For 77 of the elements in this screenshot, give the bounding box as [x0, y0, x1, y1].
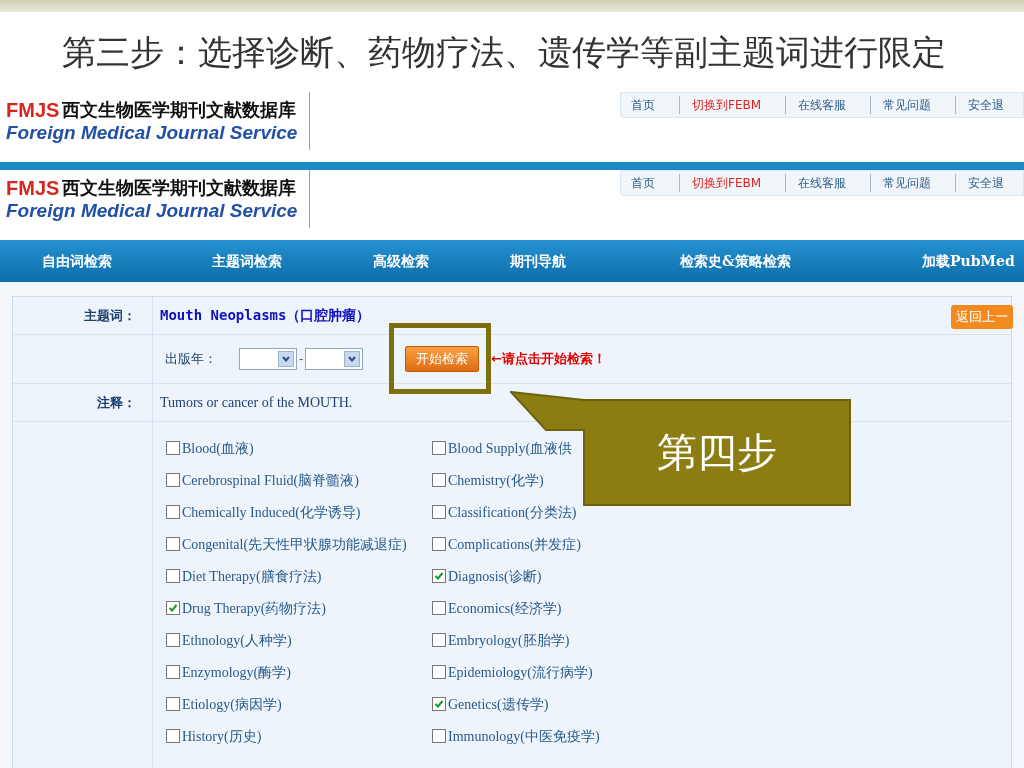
nav-tab[interactable]: 自由词检索 — [42, 250, 112, 272]
subject-term: Mouth Neoplasms（口腔肿瘤） — [160, 306, 371, 325]
checkbox[interactable] — [432, 601, 446, 615]
checkbox[interactable] — [166, 729, 180, 743]
checkbox-label: Chemically Induced(化学诱导) — [182, 503, 361, 522]
header-link[interactable]: 在线客服 — [785, 174, 847, 192]
checkbox[interactable] — [432, 505, 446, 519]
checkbox[interactable] — [432, 537, 446, 551]
nav-tab[interactable]: 高级检索 — [373, 250, 429, 272]
header-link[interactable]: 常见问题 — [870, 96, 932, 114]
field-label: 出版年： — [165, 350, 217, 369]
chevron-down-icon — [348, 356, 357, 362]
checkbox-label: Embryology(胚胎学) — [448, 631, 570, 650]
checkbox[interactable] — [166, 473, 180, 487]
checkbox[interactable] — [166, 569, 180, 583]
checkbox[interactable] — [432, 633, 446, 647]
hint-text: ←请点击开始检索！ — [491, 350, 607, 369]
slide-title: 第三步：选择诊断、药物疗法、遗传学等副主题词进行限定 — [62, 30, 946, 74]
note-text: Tumors or cancer of the MOUTH. — [160, 394, 353, 412]
checkbox[interactable] — [166, 665, 180, 679]
header-link[interactable]: 安全退 — [955, 174, 1005, 192]
checkbox-label: Drug Therapy(药物疗法) — [182, 599, 326, 618]
checkbox-label: Blood(血液) — [182, 439, 254, 458]
checkbox-label: Epidemiology(流行病学) — [448, 663, 593, 682]
checkbox[interactable] — [432, 569, 446, 583]
checkbox-label: Ethnology(人种学) — [182, 631, 292, 650]
header-link[interactable]: 切换到FEBM — [679, 96, 762, 114]
checkbox-label: Complications(并发症) — [448, 535, 581, 554]
checkbox[interactable] — [166, 601, 180, 615]
header-link[interactable]: 安全退 — [955, 96, 1005, 114]
checkbox-label: Cerebrospinal Fluid(脑脊髓液) — [182, 471, 359, 490]
nav-tab[interactable]: 加载PubMed — [922, 250, 1015, 272]
checkbox-label: Enzymology(酶学) — [182, 663, 291, 682]
year-dropdown[interactable] — [239, 348, 297, 370]
checkbox-label: Economics(经济学) — [448, 599, 562, 618]
checkbox-label: Chemistry(化学) — [448, 471, 544, 490]
search-button[interactable]: 开始检索 — [405, 346, 480, 372]
logo-title: 西文生物医学期刊文献数据库 — [62, 98, 297, 122]
callout-text: 第四步 — [657, 428, 777, 477]
checkbox-label: History(历史) — [182, 727, 262, 746]
checkbox[interactable] — [432, 441, 446, 455]
checkbox-label: Genetics(遗传学) — [448, 695, 549, 714]
checkbox-label: Classification(分类法) — [448, 503, 577, 522]
nav-tab[interactable]: 检索史&策略检索 — [680, 250, 791, 272]
header-link[interactable]: 首页 — [631, 174, 655, 192]
nav-tab[interactable]: 期刊导航 — [510, 250, 566, 272]
header-link[interactable]: 在线客服 — [785, 96, 847, 114]
checkbox-label: Diet Therapy(膳食疗法) — [182, 567, 322, 586]
checkbox[interactable] — [432, 697, 446, 711]
checkbox-label: Blood Supply(血液供 — [448, 439, 573, 458]
checkbox-label: Immunology(中医免疫学) — [448, 727, 600, 746]
separator-text: - — [299, 350, 304, 369]
checkbox[interactable] — [166, 505, 180, 519]
field-label: 注释： — [97, 393, 136, 412]
header-link[interactable]: 首页 — [631, 96, 655, 114]
checkbox[interactable] — [166, 697, 180, 711]
logo-code: FMJS — [6, 98, 60, 122]
logo-subtitle: Foreign Medical Journal Service — [6, 200, 298, 222]
checkbox-label: Congenital(先天性甲状腺功能减退症) — [182, 535, 407, 554]
chevron-down-icon — [282, 356, 290, 362]
field-label: 主题词： — [84, 306, 136, 325]
checkbox[interactable] — [432, 729, 446, 743]
checkbox[interactable] — [432, 473, 446, 487]
back-button[interactable]: 返回上一 — [951, 305, 1013, 329]
logo-code: FMJS — [6, 176, 60, 200]
checkbox[interactable] — [166, 537, 180, 551]
checkbox[interactable] — [166, 441, 180, 455]
logo-subtitle: Foreign Medical Journal Service — [6, 122, 298, 144]
header-link[interactable]: 常见问题 — [870, 174, 932, 192]
year-dropdown[interactable] — [305, 348, 364, 370]
logo-title: 西文生物医学期刊文献数据库 — [62, 176, 297, 200]
checkbox[interactable] — [432, 665, 446, 679]
checkbox[interactable] — [166, 633, 180, 647]
header-link[interactable]: 切换到FEBM — [679, 174, 762, 192]
checkbox-label: Etiology(病因学) — [182, 695, 282, 714]
nav-tab[interactable]: 主题词检索 — [212, 250, 282, 272]
checkbox-label: Diagnosis(诊断) — [448, 567, 542, 586]
